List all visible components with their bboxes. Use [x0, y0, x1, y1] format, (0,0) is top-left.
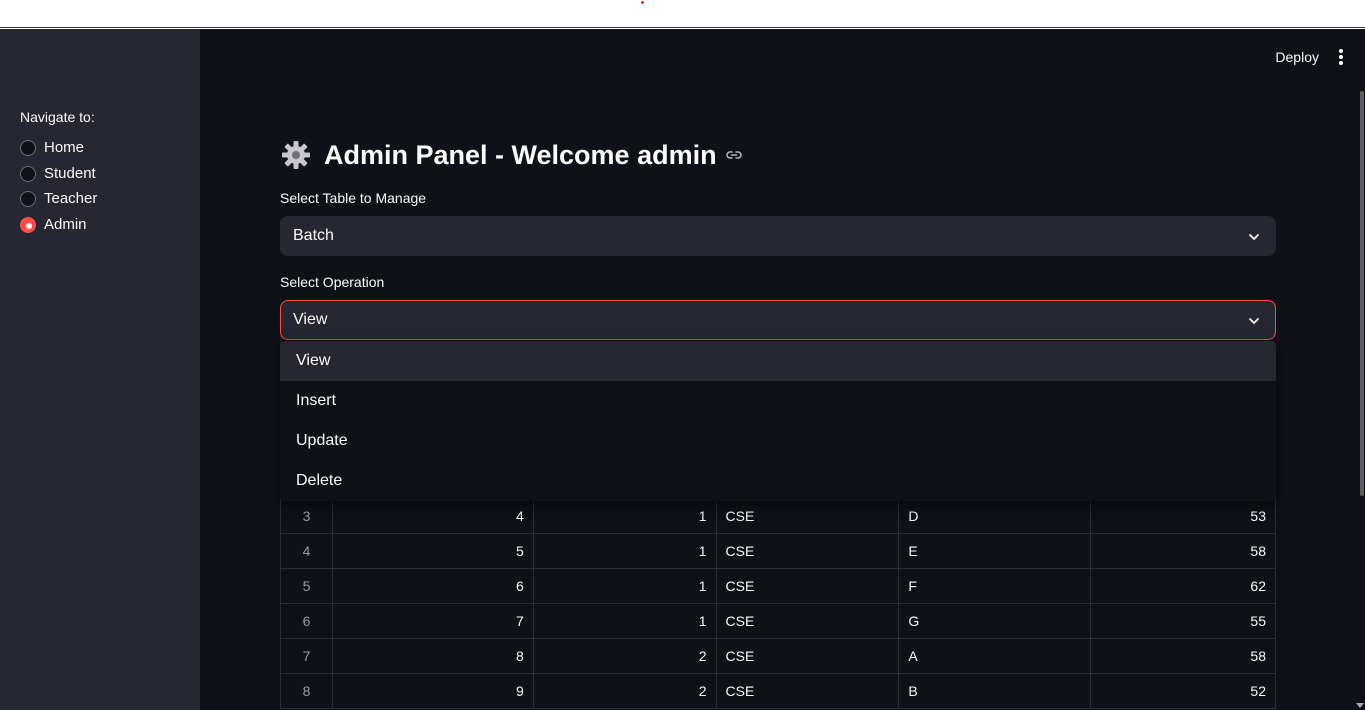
- row-index: 3: [280, 498, 333, 534]
- table-cell[interactable]: 2: [532, 638, 717, 674]
- table-select-label: Select Table to Manage: [280, 190, 427, 206]
- nav-option-label: Home: [44, 139, 85, 156]
- operation-select-value: View: [293, 311, 328, 328]
- radio-button[interactable]: [20, 165, 36, 182]
- data-table: 3 4 1 CSE D 53 4 5 1 CSE E 58 5 6 1 CSE …: [280, 498, 1276, 709]
- table-cell[interactable]: 1: [532, 603, 717, 639]
- table-cell[interactable]: 58: [1090, 533, 1276, 569]
- operation-select[interactable]: View: [280, 300, 1276, 340]
- row-index: 5: [280, 568, 333, 604]
- link-icon[interactable]: [725, 146, 743, 164]
- row-index: 7: [280, 638, 333, 674]
- table-cell[interactable]: CSE: [715, 638, 900, 674]
- table-cell[interactable]: CSE: [715, 568, 900, 604]
- table-cell[interactable]: B: [898, 673, 1092, 709]
- row-index: 4: [280, 533, 333, 569]
- table-cell[interactable]: CSE: [715, 673, 900, 709]
- dropdown-option-update[interactable]: Update: [280, 421, 1276, 461]
- table-row[interactable]: 8 9 2 CSE B 52: [280, 673, 1276, 709]
- table-cell[interactable]: 2: [532, 673, 717, 709]
- title-row: Admin Panel - Welcome admin: [280, 137, 743, 173]
- table-cell[interactable]: CSE: [715, 603, 900, 639]
- nav-option-teacher[interactable]: Teacher: [20, 190, 97, 207]
- app-container: Navigate to: Home Student Teacher Admin …: [0, 29, 1365, 710]
- nav-option-label: Teacher: [44, 190, 98, 207]
- table-row[interactable]: 4 5 1 CSE E 58: [280, 533, 1276, 569]
- radio-button[interactable]: [20, 190, 36, 207]
- table-cell[interactable]: 9: [331, 673, 534, 709]
- table-cell[interactable]: 1: [532, 533, 717, 569]
- chevron-down-icon[interactable]: [1247, 230, 1261, 244]
- table-row[interactable]: 5 6 1 CSE F 62: [280, 568, 1276, 604]
- table-cell[interactable]: 52: [1090, 673, 1276, 709]
- kebab-menu-icon[interactable]: [1339, 49, 1343, 65]
- table-cell[interactable]: 4: [331, 498, 534, 534]
- nav-option-admin[interactable]: Admin: [20, 216, 87, 233]
- dropdown-option-insert[interactable]: Insert: [280, 381, 1276, 421]
- gear-icon: [282, 141, 310, 169]
- chevron-down-icon[interactable]: [1247, 314, 1261, 328]
- table-cell[interactable]: 6: [331, 568, 534, 604]
- table-cell[interactable]: E: [898, 533, 1092, 569]
- scrollbar-thumb[interactable]: [1360, 91, 1364, 496]
- table-cell[interactable]: CSE: [715, 498, 900, 534]
- deploy-button[interactable]: Deploy: [1275, 49, 1319, 65]
- table-cell[interactable]: 5: [331, 533, 534, 569]
- table-cell[interactable]: F: [898, 568, 1092, 604]
- table-select-value: Batch: [293, 227, 334, 244]
- table-cell[interactable]: G: [898, 603, 1092, 639]
- table-cell[interactable]: 1: [532, 568, 717, 604]
- dropdown-option-view[interactable]: View: [280, 341, 1276, 381]
- browser-top-strip: [0, 0, 1365, 28]
- header-actions: Deploy: [1275, 49, 1343, 65]
- sidebar: Navigate to: Home Student Teacher Admin: [0, 29, 200, 710]
- nav-option-student[interactable]: Student: [20, 165, 96, 182]
- nav-option-label: Student: [44, 165, 96, 182]
- table-row[interactable]: 7 8 2 CSE A 58: [280, 638, 1276, 674]
- table-cell[interactable]: CSE: [715, 533, 900, 569]
- nav-option-label: Admin: [44, 216, 87, 233]
- dropdown-option-delete[interactable]: Delete: [280, 461, 1276, 501]
- nav-title: Navigate to:: [20, 109, 95, 125]
- table-cell[interactable]: 1: [532, 498, 717, 534]
- row-index: 8: [280, 673, 333, 709]
- table-row[interactable]: 3 4 1 CSE D 53: [280, 498, 1276, 534]
- radio-button[interactable]: [20, 139, 36, 156]
- table-cell[interactable]: 8: [331, 638, 534, 674]
- scroll-down-arrow-icon[interactable]: [1356, 703, 1364, 708]
- row-index: 6: [280, 603, 333, 639]
- table-cell[interactable]: 55: [1090, 603, 1276, 639]
- operation-dropdown-menu: View Insert Update Delete: [280, 341, 1276, 501]
- table-cell[interactable]: 53: [1090, 498, 1276, 534]
- table-cell[interactable]: A: [898, 638, 1092, 674]
- table-cell[interactable]: 7: [331, 603, 534, 639]
- table-select[interactable]: Batch: [280, 216, 1276, 256]
- page-title: Admin Panel - Welcome admin: [324, 139, 717, 170]
- radio-button-selected[interactable]: [20, 216, 36, 233]
- table-cell[interactable]: 58: [1090, 638, 1276, 674]
- nav-option-home[interactable]: Home: [20, 139, 84, 156]
- table-row[interactable]: 6 7 1 CSE G 55: [280, 603, 1276, 639]
- table-cell[interactable]: D: [898, 498, 1092, 534]
- recording-indicator: [641, 1, 644, 4]
- table-cell[interactable]: 62: [1090, 568, 1276, 604]
- operation-select-label: Select Operation: [280, 274, 385, 290]
